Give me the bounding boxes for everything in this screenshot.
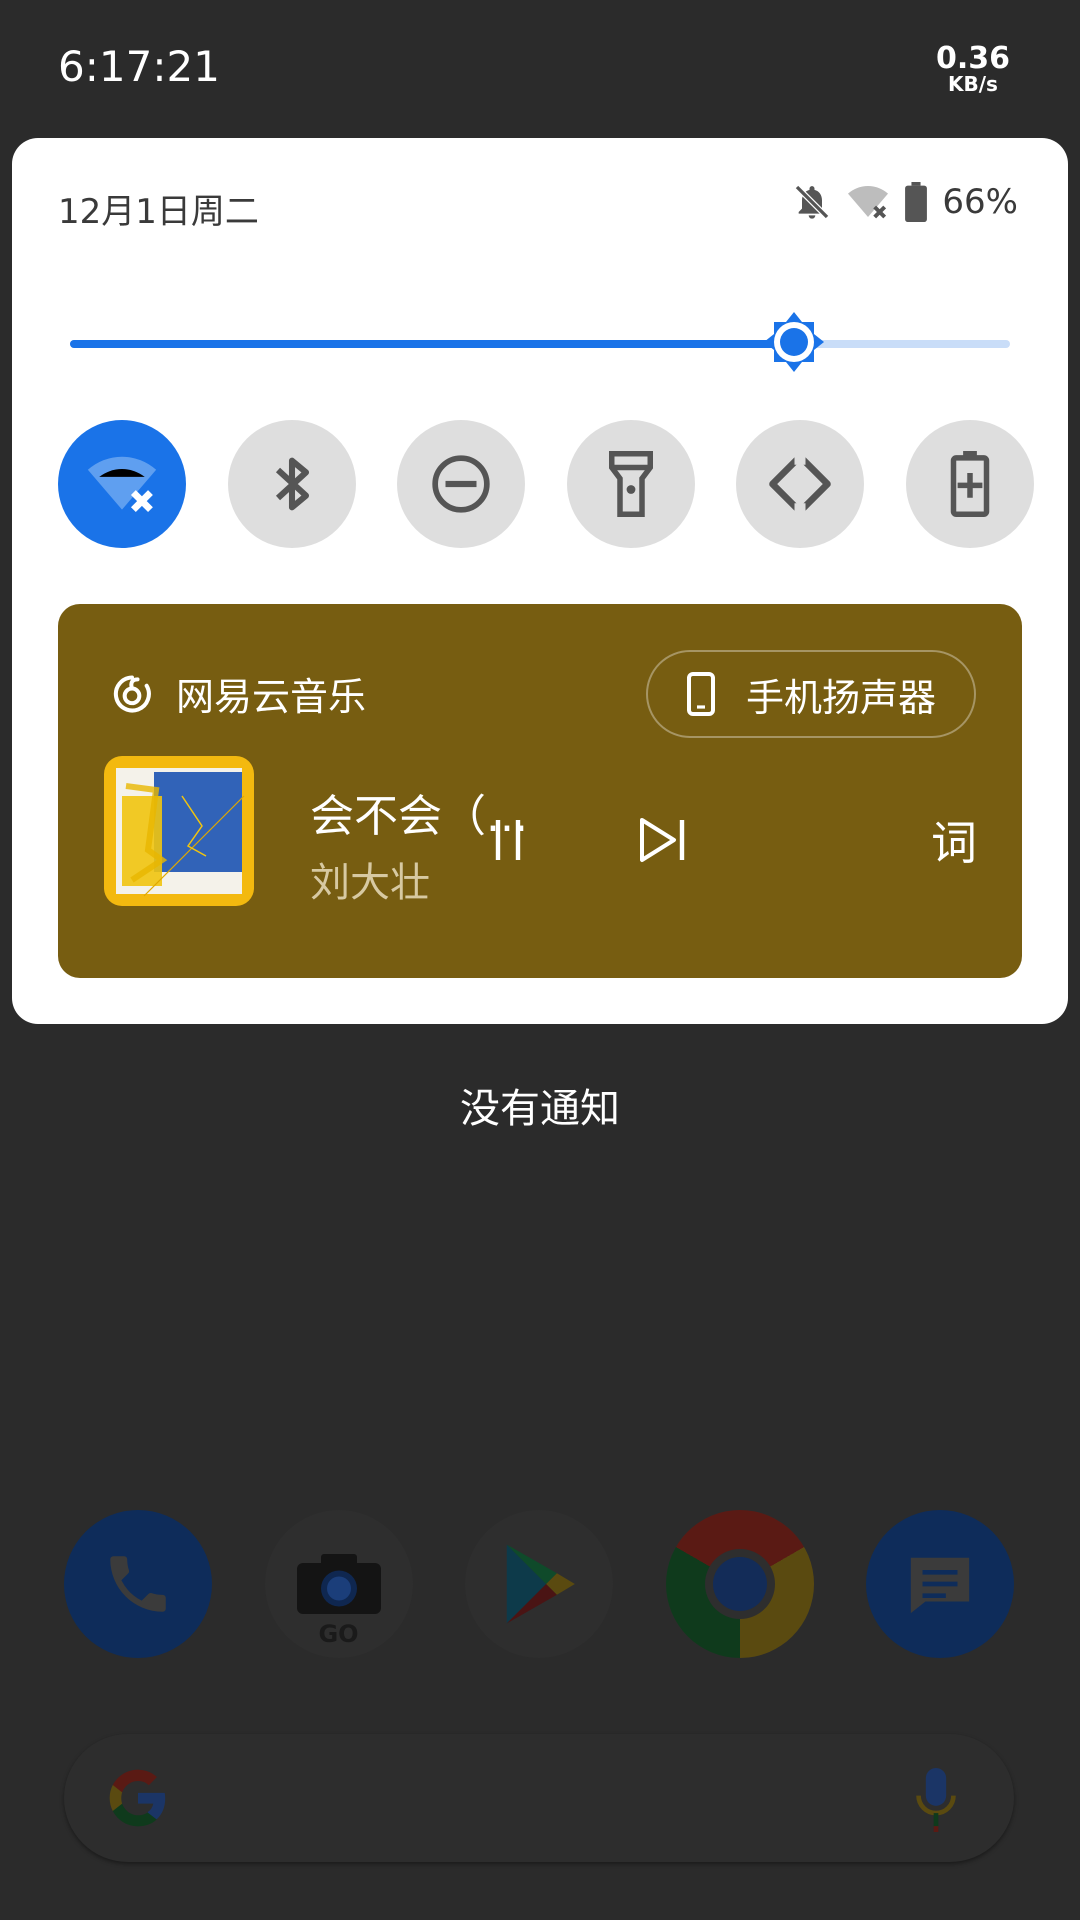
brightness-slider[interactable] xyxy=(70,312,1010,372)
tile-do-not-disturb[interactable] xyxy=(397,420,526,548)
pause-button[interactable] xyxy=(468,800,548,880)
media-player-card[interactable]: 网易云音乐 手机扬声器 会不会（... 刘大壮 词 xyxy=(58,604,1022,978)
tile-flashlight[interactable] xyxy=(566,420,695,548)
google-icon xyxy=(109,1769,166,1827)
bell-off-icon xyxy=(792,182,832,222)
microphone-icon xyxy=(916,1768,956,1832)
messages-app[interactable] xyxy=(866,1510,1014,1658)
tile-bluetooth[interactable] xyxy=(227,420,356,548)
song-artist: 刘大壮 xyxy=(310,860,430,906)
net-speed-unit: KB/s xyxy=(948,72,998,96)
camera-go-label: GO xyxy=(318,1620,359,1648)
dnd-icon xyxy=(432,455,490,513)
camera-go-app[interactable]: GO xyxy=(264,1510,413,1658)
lyrics-button[interactable]: 词 xyxy=(914,800,994,880)
status-icons: 66% xyxy=(792,182,1018,222)
net-speed: 0.36 KB/s xyxy=(935,41,1010,96)
flashlight-icon xyxy=(608,451,653,517)
output-device-button[interactable]: 手机扬声器 xyxy=(646,650,976,738)
next-track-button[interactable] xyxy=(622,800,702,880)
media-app-name: 网易云音乐 xyxy=(176,675,367,719)
quick-settings-panel: 12月1日周二 66% 网易云音乐 手机扬声器 会不会（... 刘大壮 词 xyxy=(12,138,1068,1024)
date-label[interactable]: 12月1日周二 xyxy=(58,184,259,233)
chrome-icon xyxy=(704,1549,775,1619)
pause-icon xyxy=(495,820,521,860)
battery-saver-icon xyxy=(950,451,990,517)
phone-icon xyxy=(110,1556,166,1612)
play-store-app[interactable] xyxy=(465,1510,613,1658)
tile-auto-rotate[interactable] xyxy=(736,420,865,548)
status-time: 6:17:21 xyxy=(58,42,220,91)
tile-wifi[interactable] xyxy=(58,420,186,548)
output-device-label: 手机扬声器 xyxy=(745,675,936,720)
wifi-off-icon xyxy=(87,456,157,513)
battery-percent: 66% xyxy=(942,182,1018,222)
no-notifications-text: 没有通知 xyxy=(460,1086,620,1132)
phone-device-icon xyxy=(686,672,715,716)
quick-tiles xyxy=(58,420,1034,548)
net-speed-value: 0.36 xyxy=(935,41,1010,76)
brightness-thumb[interactable] xyxy=(762,310,826,374)
chrome-app[interactable] xyxy=(665,1510,814,1658)
skip-next-icon xyxy=(640,818,685,862)
play-store-icon xyxy=(506,1544,575,1624)
messages-icon xyxy=(910,1557,970,1614)
home-dock: GO xyxy=(64,1510,1014,1658)
tile-battery-saver[interactable] xyxy=(905,420,1034,548)
phone-app[interactable] xyxy=(64,1510,212,1658)
camera-icon xyxy=(296,1554,381,1614)
rotate-icon xyxy=(769,451,832,517)
lyrics-label: 词 xyxy=(931,816,977,870)
brightness-fill xyxy=(70,340,794,348)
media-app-header: 网易云音乐 xyxy=(110,666,366,721)
wifi-off-icon xyxy=(846,182,890,222)
album-art xyxy=(104,756,254,906)
bluetooth-icon xyxy=(275,457,309,511)
brightness-icon xyxy=(763,312,824,372)
battery-icon xyxy=(904,182,928,222)
netease-music-icon xyxy=(113,674,151,712)
google-search-bar[interactable] xyxy=(64,1734,1014,1862)
